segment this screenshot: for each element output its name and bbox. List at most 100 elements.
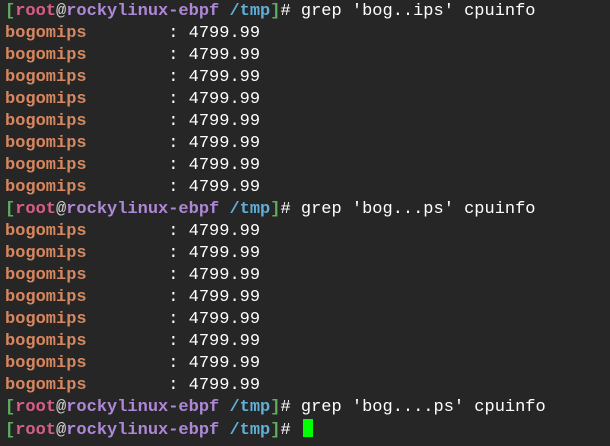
output-separator: : bbox=[86, 178, 189, 197]
prompt-line: [root@rockylinux-ebpf /tmp]# bbox=[5, 419, 610, 441]
prompt-user: root bbox=[15, 398, 57, 417]
output-separator: : bbox=[86, 332, 189, 351]
output-line: bogomips : 4799.99 bbox=[5, 23, 610, 45]
output-line: bogomips : 4799.99 bbox=[5, 111, 610, 133]
output-separator: : bbox=[86, 90, 189, 109]
prompt-symbol: # bbox=[280, 421, 301, 440]
output-line: bogomips : 4799.99 bbox=[5, 221, 610, 243]
output-value: 4799.99 bbox=[188, 68, 261, 87]
output-separator: : bbox=[86, 310, 189, 329]
output-key: bogomips bbox=[5, 266, 87, 285]
prompt-user: root bbox=[15, 200, 57, 219]
output-value: 4799.99 bbox=[188, 112, 261, 131]
output-separator: : bbox=[86, 222, 189, 241]
output-value: 4799.99 bbox=[188, 156, 261, 175]
output-separator: : bbox=[86, 68, 189, 87]
prompt-close-bracket: ] bbox=[270, 398, 281, 417]
output-line: bogomips : 4799.99 bbox=[5, 375, 610, 397]
prompt-open-bracket: [ bbox=[5, 398, 16, 417]
output-value: 4799.99 bbox=[188, 222, 261, 241]
prompt-open-bracket: [ bbox=[5, 200, 16, 219]
prompt-close-bracket: ] bbox=[270, 421, 281, 440]
output-line: bogomips : 4799.99 bbox=[5, 67, 610, 89]
output-line: bogomips : 4799.99 bbox=[5, 177, 610, 199]
prompt-path: /tmp bbox=[229, 421, 271, 440]
prompt-open-bracket: [ bbox=[5, 421, 16, 440]
output-separator: : bbox=[86, 376, 189, 395]
output-separator: : bbox=[86, 354, 189, 373]
output-key: bogomips bbox=[5, 90, 87, 109]
command-text: grep 'bog....ps' cpuinfo bbox=[300, 398, 546, 417]
output-separator: : bbox=[86, 134, 189, 153]
terminal-cursor[interactable] bbox=[302, 419, 313, 437]
command-text: grep 'bog...ps' cpuinfo bbox=[300, 200, 536, 219]
output-key: bogomips bbox=[5, 310, 87, 329]
prompt-host: rockylinux-ebpf bbox=[66, 398, 220, 417]
output-value: 4799.99 bbox=[188, 24, 261, 43]
output-separator: : bbox=[86, 112, 189, 131]
output-value: 4799.99 bbox=[188, 332, 261, 351]
output-separator: : bbox=[86, 288, 189, 307]
prompt-line: [root@rockylinux-ebpf /tmp]# grep 'bog..… bbox=[5, 1, 610, 23]
output-key: bogomips bbox=[5, 332, 87, 351]
output-separator: : bbox=[86, 156, 189, 175]
output-line: bogomips : 4799.99 bbox=[5, 287, 610, 309]
output-value: 4799.99 bbox=[188, 134, 261, 153]
output-line: bogomips : 4799.99 bbox=[5, 243, 610, 265]
output-separator: : bbox=[86, 46, 189, 65]
command-text: grep 'bog..ips' cpuinfo bbox=[300, 2, 536, 21]
output-key: bogomips bbox=[5, 24, 87, 43]
prompt-at: @ bbox=[56, 398, 67, 417]
output-key: bogomips bbox=[5, 376, 87, 395]
prompt-host: rockylinux-ebpf bbox=[66, 2, 220, 21]
prompt-user: root bbox=[15, 2, 57, 21]
prompt-host: rockylinux-ebpf bbox=[66, 421, 220, 440]
output-line: bogomips : 4799.99 bbox=[5, 89, 610, 111]
output-value: 4799.99 bbox=[188, 376, 261, 395]
terminal-window[interactable]: [root@rockylinux-ebpf /tmp]# grep 'bog..… bbox=[0, 0, 610, 446]
output-key: bogomips bbox=[5, 134, 87, 153]
output-value: 4799.99 bbox=[188, 90, 261, 109]
prompt-open-bracket: [ bbox=[5, 2, 16, 21]
output-key: bogomips bbox=[5, 46, 87, 65]
prompt-symbol: # bbox=[280, 200, 301, 219]
output-key: bogomips bbox=[5, 112, 87, 131]
output-value: 4799.99 bbox=[188, 178, 261, 197]
output-key: bogomips bbox=[5, 244, 87, 263]
output-line: bogomips : 4799.99 bbox=[5, 309, 610, 331]
prompt-line: [root@rockylinux-ebpf /tmp]# grep 'bog..… bbox=[5, 199, 610, 221]
output-line: bogomips : 4799.99 bbox=[5, 353, 610, 375]
output-key: bogomips bbox=[5, 178, 87, 197]
output-value: 4799.99 bbox=[188, 46, 261, 65]
prompt-path: /tmp bbox=[229, 398, 271, 417]
output-separator: : bbox=[86, 24, 189, 43]
output-separator: : bbox=[86, 266, 189, 285]
output-line: bogomips : 4799.99 bbox=[5, 45, 610, 67]
prompt-at: @ bbox=[56, 421, 67, 440]
output-value: 4799.99 bbox=[188, 266, 261, 285]
output-line: bogomips : 4799.99 bbox=[5, 265, 610, 287]
output-value: 4799.99 bbox=[188, 288, 261, 307]
prompt-symbol: # bbox=[280, 398, 301, 417]
output-value: 4799.99 bbox=[188, 310, 261, 329]
prompt-close-bracket: ] bbox=[270, 2, 281, 21]
output-key: bogomips bbox=[5, 68, 87, 87]
output-line: bogomips : 4799.99 bbox=[5, 331, 610, 353]
prompt-symbol: # bbox=[280, 2, 301, 21]
output-key: bogomips bbox=[5, 354, 87, 373]
output-line: bogomips : 4799.99 bbox=[5, 155, 610, 177]
output-key: bogomips bbox=[5, 156, 87, 175]
output-key: bogomips bbox=[5, 288, 87, 307]
output-key: bogomips bbox=[5, 222, 87, 241]
output-value: 4799.99 bbox=[188, 244, 261, 263]
prompt-line: [root@rockylinux-ebpf /tmp]# grep 'bog..… bbox=[5, 397, 610, 419]
prompt-host: rockylinux-ebpf bbox=[66, 200, 220, 219]
prompt-path: /tmp bbox=[229, 200, 271, 219]
output-line: bogomips : 4799.99 bbox=[5, 133, 610, 155]
prompt-close-bracket: ] bbox=[270, 200, 281, 219]
output-value: 4799.99 bbox=[188, 354, 261, 373]
prompt-user: root bbox=[15, 421, 57, 440]
prompt-at: @ bbox=[56, 200, 67, 219]
prompt-path: /tmp bbox=[229, 2, 271, 21]
output-separator: : bbox=[86, 244, 189, 263]
